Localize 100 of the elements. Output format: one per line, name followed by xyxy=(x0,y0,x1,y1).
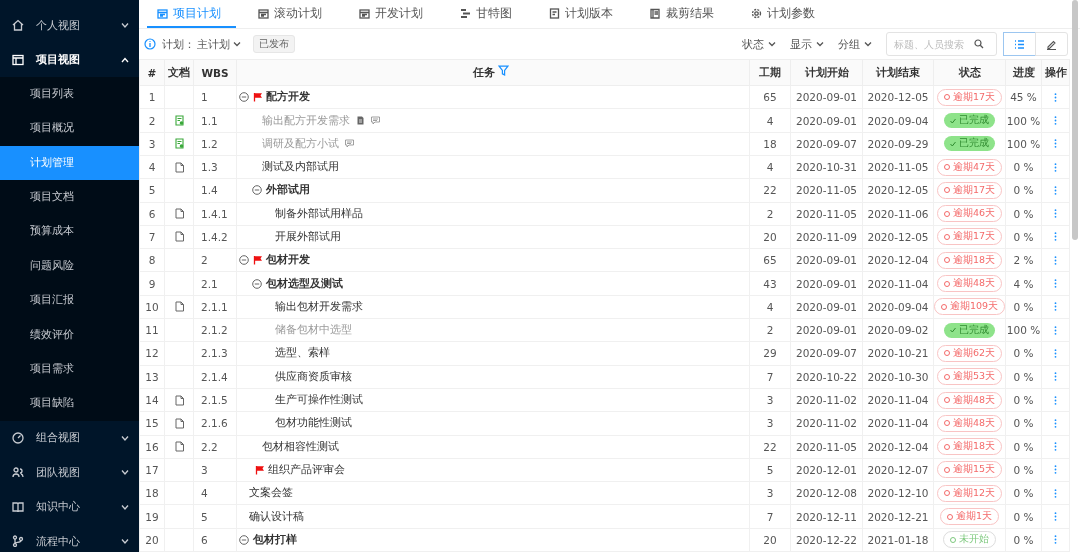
date-cell: 2020-10-21 xyxy=(862,341,934,366)
more-icon[interactable] xyxy=(1054,139,1057,149)
more-icon[interactable] xyxy=(1054,395,1057,405)
task-name: 配方开发 xyxy=(266,90,310,105)
date-cell: 2021-01-18 xyxy=(862,528,934,552)
sidebar-item[interactable]: 预算成本 xyxy=(0,214,139,249)
more-icon[interactable] xyxy=(1054,465,1057,475)
sidebar-group[interactable]: 知识中心 xyxy=(0,489,139,524)
duration-cell: 4 xyxy=(749,155,791,179)
duration-cell: 2 xyxy=(749,202,791,226)
more-icon[interactable] xyxy=(1054,116,1057,125)
task-name: 确认设计稿 xyxy=(249,509,304,524)
more-icon[interactable] xyxy=(1054,325,1057,335)
more-icon[interactable] xyxy=(1054,302,1057,312)
search-field[interactable]: 标题、人员搜索 xyxy=(886,32,997,57)
date-cell: 2020-09-04 xyxy=(862,108,934,133)
more-icon[interactable] xyxy=(1054,348,1057,358)
date-cell: 2020-09-01 xyxy=(790,85,863,109)
collapse-icon[interactable] xyxy=(239,92,249,103)
plan-dropdown[interactable]: 主计划 xyxy=(197,36,241,52)
edit-button[interactable] xyxy=(1035,32,1068,57)
column-header: 计划结束 xyxy=(862,59,934,86)
chevron-down-icon xyxy=(121,468,129,477)
tab[interactable]: 计划版本 xyxy=(539,0,628,29)
more-icon[interactable] xyxy=(1054,92,1057,102)
more-icon[interactable] xyxy=(1054,512,1057,522)
filter-dropdown[interactable]: 状态 xyxy=(742,36,776,52)
sidebar-item[interactable]: 项目需求 xyxy=(0,351,139,387)
calendar-icon xyxy=(258,7,269,19)
wbs-cell: 2 xyxy=(193,248,237,272)
collapse-icon[interactable] xyxy=(239,534,249,545)
row-number: 10 xyxy=(139,295,165,319)
more-icon[interactable] xyxy=(1054,488,1057,498)
date-cell: 2020-11-05 xyxy=(862,155,934,179)
wbs-cell: 2.1 xyxy=(193,271,237,296)
more-icon[interactable] xyxy=(1054,279,1057,289)
sidebar-item[interactable]: 项目汇报 xyxy=(0,283,139,318)
more-icon[interactable] xyxy=(1054,418,1057,428)
sidebar-item[interactable]: 绩效评价 xyxy=(0,317,139,352)
date-cell: 2020-10-22 xyxy=(790,365,863,389)
row-number: 1 xyxy=(139,85,165,109)
row-number: 2 xyxy=(139,108,165,133)
wbs-cell: 4 xyxy=(193,481,237,505)
sidebar-group[interactable]: 项目视图 xyxy=(0,42,139,77)
date-cell: 2020-11-05 xyxy=(790,178,863,203)
panel-icon xyxy=(12,53,24,66)
progress-cell: 0 % xyxy=(1005,504,1042,529)
more-icon[interactable] xyxy=(1054,535,1057,545)
collapse-icon[interactable] xyxy=(252,185,262,196)
tab[interactable]: 裁剪结果 xyxy=(640,0,729,29)
sidebar-item[interactable]: 项目概况 xyxy=(0,111,139,146)
task-name: 包材打样 xyxy=(253,532,297,547)
more-icon[interactable] xyxy=(1054,209,1057,219)
more-icon[interactable] xyxy=(1054,372,1057,382)
caret-icon xyxy=(864,41,872,48)
date-cell: 2020-09-01 xyxy=(790,318,863,342)
filter-dropdown[interactable]: 分组 xyxy=(838,36,872,52)
sidebar-group[interactable]: 团队视图 xyxy=(0,455,139,490)
more-icon[interactable] xyxy=(1054,232,1057,242)
task-name: 输出配方开发需求 xyxy=(262,113,350,128)
task-name: 文案会签 xyxy=(249,486,293,501)
progress-cell: 0 % xyxy=(1005,341,1042,366)
column-header: 计划开始 xyxy=(790,59,863,86)
row-number: 13 xyxy=(139,365,165,389)
tab[interactable]: 甘特图 xyxy=(450,0,527,29)
wbs-cell: 1.1 xyxy=(193,108,237,133)
chevron-up-icon xyxy=(121,55,129,64)
collapse-icon[interactable] xyxy=(252,278,262,289)
sidebar-item[interactable]: 项目文档 xyxy=(0,179,139,215)
tab[interactable]: 滚动计划 xyxy=(248,0,337,29)
more-icon[interactable] xyxy=(1054,162,1057,172)
column-header: 任务 xyxy=(472,66,495,79)
wbs-cell: 1 xyxy=(193,85,237,109)
sidebar-group[interactable]: 个人视图 xyxy=(0,8,139,43)
collapse-icon[interactable] xyxy=(239,255,249,266)
more-icon[interactable] xyxy=(1054,442,1057,452)
book-icon xyxy=(650,7,661,19)
date-cell: 2020-12-01 xyxy=(790,458,863,482)
tab[interactable]: 计划参数 xyxy=(741,0,830,29)
progress-cell: 0 % xyxy=(1005,225,1042,249)
row-number: 9 xyxy=(139,271,165,296)
more-icon[interactable] xyxy=(1054,255,1057,265)
filter-dropdown[interactable]: 显示 xyxy=(790,36,824,52)
sidebar-item[interactable]: 项目列表 xyxy=(0,76,139,112)
people-icon xyxy=(12,466,24,479)
wbs-cell: 1.2 xyxy=(193,132,237,156)
filter-icon[interactable] xyxy=(497,65,509,77)
date-cell: 2020-11-09 xyxy=(790,225,863,249)
task-name: 包材相容性测试 xyxy=(262,439,339,454)
sidebar-item[interactable]: 问题风险 xyxy=(0,248,139,284)
more-icon[interactable] xyxy=(1054,185,1057,195)
task-name: 供应商资质审核 xyxy=(275,369,352,384)
sidebar-group[interactable]: 流程中心 xyxy=(0,523,139,552)
sidebar-group[interactable]: 组合视图 xyxy=(0,420,139,456)
sidebar-item[interactable]: 项目缺陷 xyxy=(0,386,139,421)
progress-cell: 0 % xyxy=(1005,155,1042,179)
tab[interactable]: 开发计划 xyxy=(349,0,438,29)
date-cell: 2020-09-01 xyxy=(790,295,863,319)
date-cell: 2020-09-01 xyxy=(790,271,863,296)
scrollbar[interactable] xyxy=(1072,0,1078,240)
